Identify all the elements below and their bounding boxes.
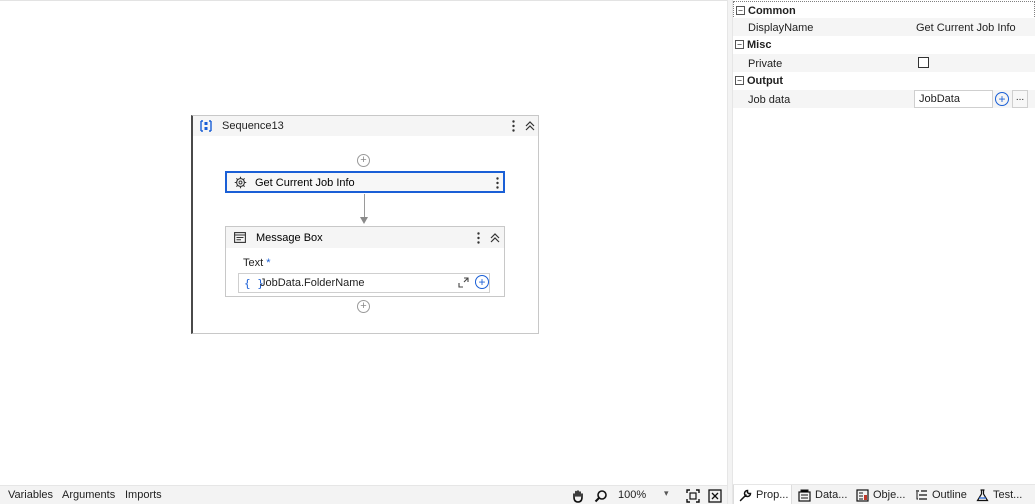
collapse-category-icon[interactable]: −	[736, 6, 745, 15]
displayname-value[interactable]: Get Current Job Info	[916, 22, 1016, 34]
job-data-input[interactable]: JobData	[914, 90, 993, 108]
wrench-icon	[738, 488, 752, 502]
overview-icon[interactable]	[707, 488, 723, 504]
property-name: Private	[748, 58, 783, 70]
imports-tab[interactable]: Imports	[125, 489, 162, 501]
property-name: Job data	[748, 94, 791, 106]
data-manager-icon	[797, 488, 811, 502]
category-misc[interactable]: − Misc	[733, 36, 1035, 54]
tab-properties[interactable]: Prop...	[733, 485, 792, 504]
required-marker: *	[266, 257, 271, 269]
outline-icon	[914, 488, 928, 502]
private-checkbox[interactable]	[918, 57, 929, 68]
tab-outline[interactable]: Outline	[914, 485, 974, 504]
zoom-level[interactable]: 100%	[618, 489, 646, 501]
activity-get-current-job-info[interactable]: Get Current Job Info	[225, 171, 505, 193]
collapse-category-icon[interactable]: −	[735, 40, 744, 49]
text-expression-input[interactable]: { } JobData.FolderName	[238, 273, 490, 293]
tab-object-repository[interactable]: Obje...	[855, 485, 910, 504]
variables-tab[interactable]: Variables	[8, 489, 53, 501]
category-label: Misc	[747, 39, 772, 51]
test-explorer-icon	[975, 488, 989, 502]
hand-icon[interactable]	[570, 488, 586, 504]
expand-editor-icon[interactable]	[458, 277, 469, 288]
text-field-label: Text *	[243, 257, 270, 269]
designer-status-bar: Variables Arguments Imports 100% ▾	[0, 485, 727, 504]
tab-data-manager[interactable]: Data...	[797, 485, 853, 504]
text-label: Text	[243, 257, 264, 269]
fit-to-screen-icon[interactable]	[685, 488, 701, 504]
add-variable-button[interactable]: +	[475, 275, 489, 289]
tab-label: Test...	[993, 489, 1023, 501]
properties-tab-bar: Prop... Data... Obje... Outline Test...	[733, 484, 1035, 504]
category-common[interactable]: − Common	[733, 1, 1035, 19]
collapse-icon[interactable]	[489, 232, 501, 244]
job-data-more-button[interactable]: ...	[1012, 90, 1028, 108]
message-box-icon	[234, 232, 246, 243]
collapse-category-icon[interactable]: −	[735, 76, 744, 85]
tab-label: Outline	[932, 489, 967, 501]
activity-more-icon[interactable]	[474, 230, 482, 246]
activity-more-icon[interactable]	[493, 175, 501, 191]
sequence-header[interactable]: Sequence13	[193, 116, 538, 136]
arguments-tab[interactable]: Arguments	[62, 489, 115, 501]
property-name: DisplayName	[748, 22, 814, 34]
category-label: Output	[747, 75, 784, 87]
activity-message-box[interactable]: Message Box Text * { } JobData.FolderName…	[225, 226, 505, 297]
activity-title: Message Box	[256, 232, 323, 244]
tab-test-explorer[interactable]: Test...	[975, 485, 1033, 504]
property-row-private[interactable]: Private	[733, 54, 1035, 72]
properties-panel: − Common DisplayName Get Current Job Inf…	[733, 0, 1035, 484]
property-row-job-data[interactable]: Job data JobData + ...	[733, 90, 1035, 108]
connector-line	[364, 194, 365, 218]
tab-label: Obje...	[873, 489, 906, 501]
add-activity-button-bottom[interactable]: +	[357, 300, 370, 313]
collapse-icon[interactable]	[524, 120, 536, 132]
workflow-designer[interactable]: Sequence13 + Get Current Job Info Messag…	[0, 0, 727, 504]
activity-title: Get Current Job Info	[255, 177, 355, 189]
activity-header[interactable]: Message Box	[226, 227, 504, 248]
search-icon[interactable]	[593, 488, 609, 504]
gear-icon	[234, 176, 247, 189]
tab-label: Data...	[815, 489, 848, 501]
category-output[interactable]: − Output	[733, 72, 1035, 90]
sequence-more-icon[interactable]	[509, 118, 517, 134]
sequence-icon	[200, 120, 212, 132]
add-variable-button[interactable]: +	[995, 92, 1009, 106]
category-label: Common	[748, 5, 796, 17]
property-row-displayname[interactable]: DisplayName Get Current Job Info	[733, 18, 1035, 36]
tab-label: Prop...	[756, 489, 789, 501]
text-expression-value[interactable]: JobData.FolderName	[260, 277, 365, 289]
object-repository-icon	[855, 488, 869, 502]
chevron-down-icon[interactable]: ▾	[664, 488, 669, 499]
sequence-title: Sequence13	[222, 120, 284, 132]
add-activity-button-top[interactable]: +	[357, 154, 370, 167]
connector-arrow-icon	[360, 217, 368, 224]
